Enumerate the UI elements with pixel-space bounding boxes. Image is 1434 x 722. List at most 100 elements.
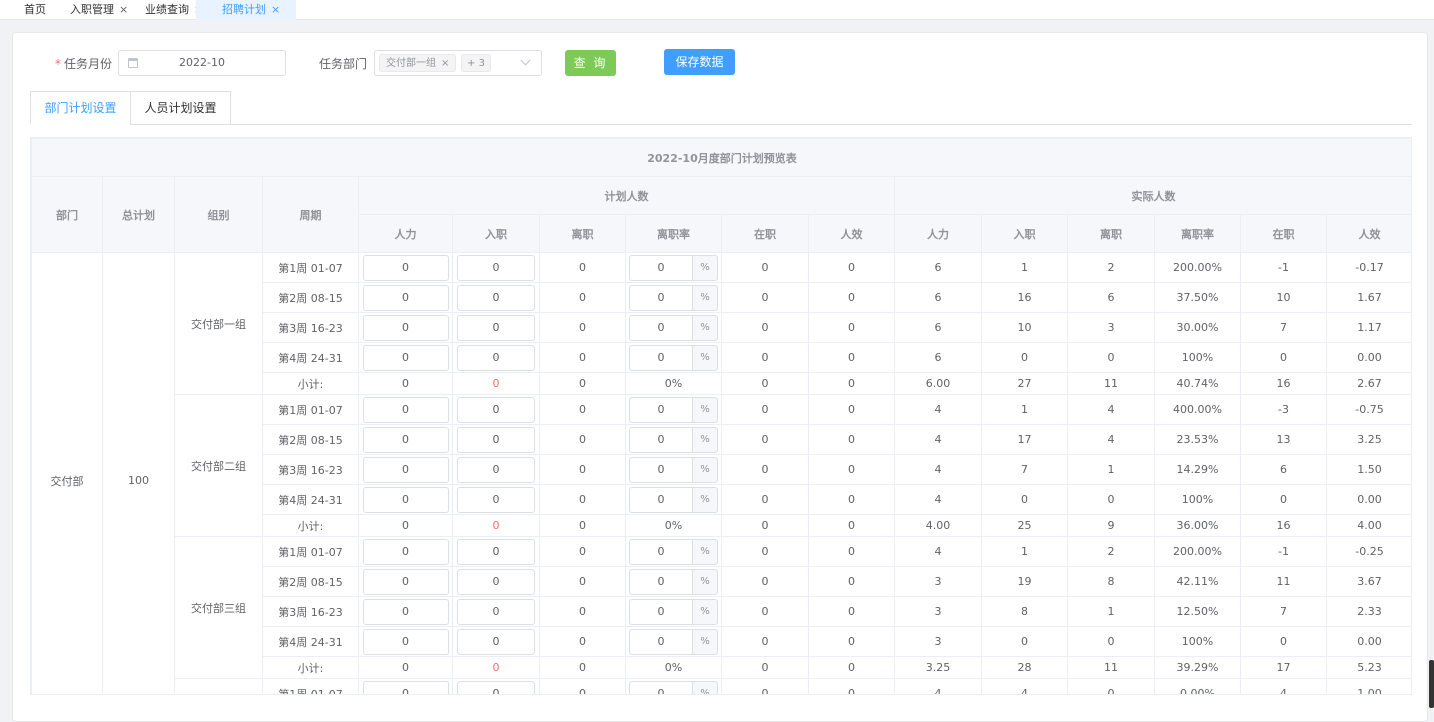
actual-cell: 4: [981, 678, 1068, 694]
save-button[interactable]: 保存数据: [664, 49, 735, 75]
plan-hire-input[interactable]: 0: [457, 628, 535, 655]
plan-turnover-input[interactable]: 0%: [629, 314, 718, 341]
actual-cell: 0.00: [1326, 484, 1411, 515]
month-picker[interactable]: 2022-10: [118, 50, 286, 76]
tab-dept-plan[interactable]: 部门计划设置: [30, 91, 131, 125]
plan-leave-cell: 0: [539, 252, 626, 283]
period-cell: 第2周 08-15: [262, 282, 359, 313]
plan-hire-input[interactable]: 0: [457, 254, 535, 281]
plan-turnover-cell: 0%: [625, 484, 722, 515]
plan-turnover-input[interactable]: 0%: [629, 486, 718, 513]
plan-onjob-cell: 0: [721, 394, 809, 425]
dept-multiselect[interactable]: 交付部一组 × + 3: [374, 50, 542, 76]
actual-cell: 1.17: [1326, 312, 1411, 343]
plan-table: 2022-10月度部门计划预览表 部门 总计划 组别 周期 计划人数 实际人数 …: [31, 138, 1411, 694]
plan-manpower-input[interactable]: 0: [362, 456, 449, 483]
plan-turnover-input[interactable]: 0%: [629, 254, 718, 281]
plan-hire-cell: 0: [452, 424, 540, 455]
plan-efficiency-cell: 0: [808, 566, 895, 597]
plan-manpower-input[interactable]: 0: [362, 628, 449, 655]
close-icon[interactable]: ×: [271, 3, 280, 16]
plan-turnover-input[interactable]: 0%: [629, 680, 718, 694]
plan-turnover-input[interactable]: 0%: [629, 538, 718, 565]
plan-turnover-input[interactable]: 0%: [629, 396, 718, 423]
subtotal-label: 小计:: [262, 514, 359, 537]
turnover-value: 0: [629, 344, 692, 371]
period-cell: 第4周 24-31: [262, 626, 359, 657]
query-button[interactable]: 查 询: [565, 50, 616, 76]
tag-close-icon[interactable]: ×: [441, 58, 449, 69]
plan-hire-input[interactable]: 0: [457, 396, 535, 423]
col-plan-1: 入职: [452, 214, 540, 253]
actual-cell: 4: [894, 678, 982, 694]
turnover-value: 0: [629, 314, 692, 341]
plan-hire-input[interactable]: 0: [457, 284, 535, 311]
plan-onjob-cell: 0: [721, 454, 809, 485]
plan-manpower-input[interactable]: 0: [362, 284, 449, 311]
subtotal-plan-cell: 0: [539, 656, 626, 679]
subtotal-actual-cell: 5.23: [1326, 656, 1411, 679]
plan-manpower-cell: 0: [358, 536, 453, 567]
period-cell: 第2周 08-15: [262, 424, 359, 455]
actual-cell: -0.75: [1326, 394, 1411, 425]
plan-manpower-input[interactable]: 0: [362, 568, 449, 595]
plan-manpower-input[interactable]: 0: [362, 598, 449, 625]
page-tab-onboarding[interactable]: 入职管理 ×: [70, 0, 136, 20]
plan-manpower-input[interactable]: 0: [362, 254, 449, 281]
plan-hire-input[interactable]: 0: [457, 344, 535, 371]
turnover-value: 0: [629, 568, 692, 595]
scrollbar-thumb[interactable]: [1429, 660, 1434, 708]
subtotal-actual-cell: 17: [1240, 656, 1327, 679]
plan-manpower-input[interactable]: 0: [362, 344, 449, 371]
percent-suffix: %: [692, 486, 718, 513]
turnover-value: 0: [629, 628, 692, 655]
actual-cell: 0: [1067, 678, 1155, 694]
plan-manpower-input[interactable]: 0: [362, 538, 449, 565]
page-tab-recruit-plan[interactable]: 招聘计划 ×: [196, 0, 296, 20]
plan-hire-input[interactable]: 0: [457, 598, 535, 625]
plan-manpower-input[interactable]: 0: [362, 314, 449, 341]
actual-cell: 0: [1240, 484, 1327, 515]
subtotal-plan-cell: 0: [452, 656, 540, 679]
plan-manpower-input[interactable]: 0: [362, 486, 449, 513]
table-row: 交付部三组 第1周 01-07 0 0 0 0% 0 0 4 1 2 200.00% -1 -0.25: [32, 536, 1411, 679]
plan-hire-input[interactable]: 0: [457, 538, 535, 565]
plan-manpower-input[interactable]: 0: [362, 426, 449, 453]
plan-manpower-cell: 0: [358, 678, 453, 694]
plan-turnover-input[interactable]: 0%: [629, 284, 718, 311]
plan-hire-cell: 0: [452, 342, 540, 373]
actual-cell: 0: [1067, 484, 1155, 515]
subtotal-actual-cell: 11: [1067, 372, 1155, 395]
plan-manpower-input[interactable]: 0: [362, 396, 449, 423]
actual-cell: 10: [981, 312, 1068, 343]
subtotal-plan-cell: 0: [721, 514, 809, 537]
turnover-value: 0: [629, 284, 692, 311]
plan-hire-input[interactable]: 0: [457, 426, 535, 453]
actual-cell: 7: [981, 454, 1068, 485]
close-icon[interactable]: ×: [119, 3, 128, 16]
plan-hire-input[interactable]: 0: [457, 680, 535, 694]
percent-suffix: %: [692, 598, 718, 625]
turnover-value: 0: [629, 598, 692, 625]
plan-turnover-input[interactable]: 0%: [629, 628, 718, 655]
plan-hire-input[interactable]: 0: [457, 456, 535, 483]
plan-hire-input[interactable]: 0: [457, 568, 535, 595]
actual-cell: 10: [1240, 282, 1327, 313]
plan-manpower-input[interactable]: 0: [362, 680, 449, 694]
page-tab-home[interactable]: 首页: [24, 0, 60, 20]
plan-hire-input[interactable]: 0: [457, 486, 535, 513]
plan-hire-input[interactable]: 0: [457, 314, 535, 341]
plan-turnover-input[interactable]: 0%: [629, 456, 718, 483]
tab-staff-plan[interactable]: 人员计划设置: [130, 91, 231, 125]
subtotal-plan-cell: 0%: [625, 514, 722, 537]
percent-suffix: %: [692, 538, 718, 565]
percent-suffix: %: [692, 680, 718, 694]
plan-turnover-input[interactable]: 0%: [629, 598, 718, 625]
plan-manpower-cell: 0: [358, 454, 453, 485]
plan-hire-cell: 0: [452, 312, 540, 343]
plan-turnover-input[interactable]: 0%: [629, 344, 718, 371]
plan-turnover-input[interactable]: 0%: [629, 426, 718, 453]
plan-turnover-input[interactable]: 0%: [629, 568, 718, 595]
page-tab-label: 招聘计划: [222, 3, 266, 16]
plan-onjob-cell: 0: [721, 596, 809, 627]
